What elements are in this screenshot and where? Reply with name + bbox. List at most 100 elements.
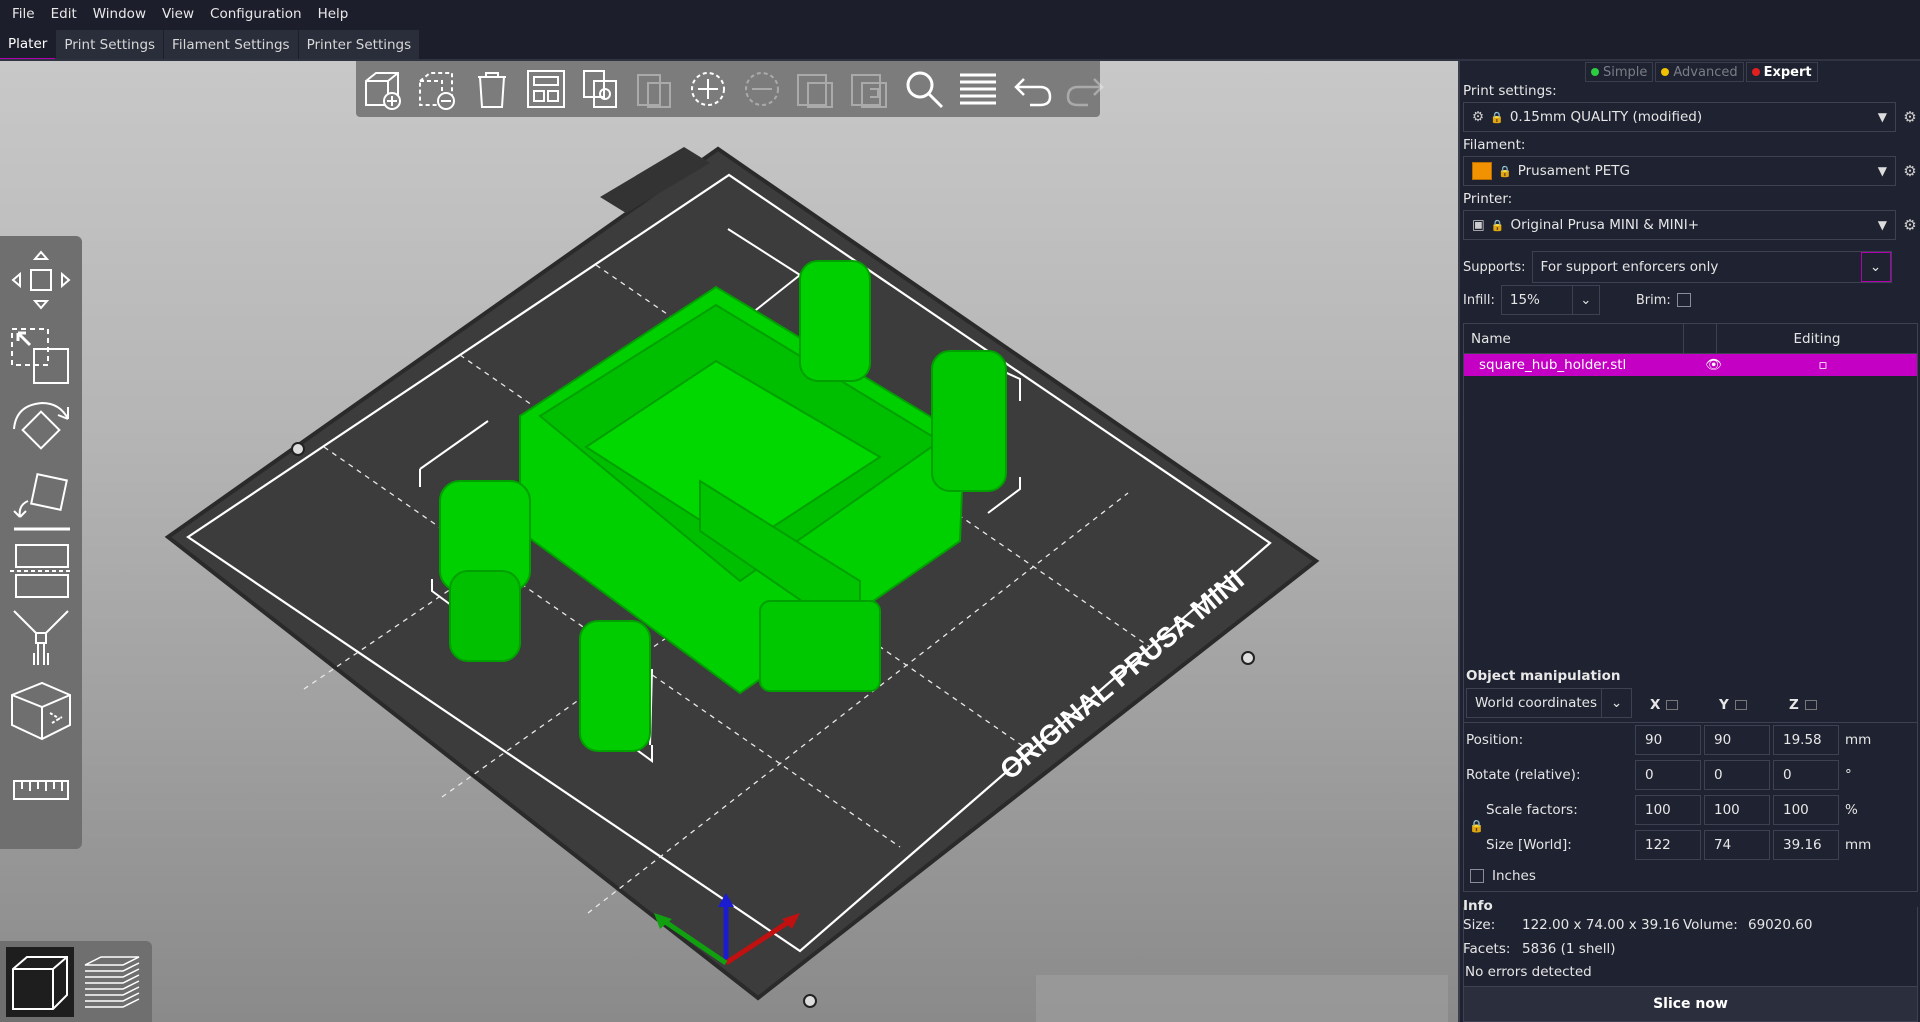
- scale-y-field[interactable]: 100: [1704, 795, 1770, 825]
- menu-view[interactable]: View: [154, 6, 202, 22]
- arrange-icon: [527, 70, 565, 108]
- add-object-button[interactable]: [362, 66, 406, 112]
- tab-bar: Plater Print Settings Filament Settings …: [0, 28, 1920, 60]
- scale-x-field[interactable]: 100: [1635, 795, 1701, 825]
- delete-button[interactable]: [416, 66, 460, 112]
- move-tool[interactable]: [6, 246, 76, 314]
- split-objects-button[interactable]: [794, 66, 838, 112]
- rotate-x-field[interactable]: 0: [1635, 760, 1701, 790]
- move-icon: [11, 250, 71, 310]
- support-painting-tool[interactable]: [6, 604, 76, 672]
- delete-all-button[interactable]: [470, 66, 514, 112]
- edit-icon[interactable]: ▫: [1729, 357, 1917, 373]
- layers-editing-button[interactable]: [956, 66, 1000, 112]
- printer-combo[interactable]: ▣ 🔒 Original Prusa MINI & MINI+ ▼: [1463, 210, 1896, 240]
- mode-expert[interactable]: Expert: [1745, 62, 1818, 82]
- size-x-field[interactable]: 122: [1635, 830, 1701, 860]
- search-button[interactable]: [902, 66, 946, 112]
- scale-tool[interactable]: [6, 322, 76, 390]
- mode-simple[interactable]: Simple: [1585, 62, 1654, 82]
- rotate-y-field[interactable]: 0: [1704, 760, 1770, 790]
- menu-edit[interactable]: Edit: [43, 6, 85, 22]
- 3d-viewport[interactable]: ORIGINAL PRUSA MINI: [0, 61, 1458, 1022]
- position-y-field[interactable]: 90: [1704, 725, 1770, 755]
- undo-button[interactable]: [1010, 66, 1054, 112]
- menu-window[interactable]: Window: [85, 6, 154, 22]
- info-facets-label: Facets:: [1463, 941, 1511, 957]
- print-settings-gear-icon[interactable]: ⚙: [1902, 108, 1918, 126]
- info-size-value: 122.00 x 74.00 x 39.16: [1522, 917, 1680, 933]
- arrange-button[interactable]: [524, 66, 568, 112]
- place-on-face-icon: [13, 473, 70, 531]
- bed-hole: [291, 442, 305, 456]
- print-settings-value: 0.15mm QUALITY (modified): [1509, 109, 1703, 125]
- add-instance-icon: [691, 72, 725, 106]
- filament-label: Filament:: [1463, 137, 1526, 153]
- coordinates-combo[interactable]: World coordinates ⌄: [1466, 688, 1632, 718]
- filament-combo[interactable]: 🔒 Prusament PETG ▼: [1463, 156, 1896, 186]
- info-size-label: Size:: [1463, 917, 1496, 933]
- paste-button[interactable]: [632, 66, 676, 112]
- supports-combo[interactable]: For support enforcers only ⌄: [1531, 251, 1892, 283]
- scene-canvas: ORIGINAL PRUSA MINI: [164, 146, 1320, 1008]
- rotate-z-field[interactable]: 0: [1773, 760, 1839, 790]
- slice-now-button[interactable]: Slice now: [1463, 986, 1918, 1022]
- mode-advanced[interactable]: Advanced: [1655, 62, 1744, 82]
- inches-checkbox[interactable]: [1470, 869, 1484, 883]
- lock-scale-icon[interactable]: 🔒: [1469, 819, 1484, 833]
- editing-column-header[interactable]: Editing: [1717, 331, 1917, 347]
- infill-dropdown-button[interactable]: ⌄: [1571, 285, 1600, 315]
- tab-filament-settings[interactable]: Filament Settings: [164, 30, 299, 60]
- filament-gear-icon[interactable]: ⚙: [1902, 162, 1918, 180]
- measure-tool[interactable]: [6, 756, 76, 824]
- add-cube-icon: [365, 72, 401, 110]
- 3d-view-button[interactable]: [6, 947, 74, 1017]
- bed-hole: [803, 994, 817, 1008]
- redo-button[interactable]: [1064, 66, 1108, 112]
- supports-label: Supports:: [1463, 259, 1526, 275]
- seam-painting-tool[interactable]: [6, 676, 76, 744]
- lock-icon: 🔒: [1490, 218, 1505, 232]
- filament-color-swatch: [1472, 162, 1492, 180]
- name-column-header[interactable]: Name: [1464, 324, 1684, 353]
- position-z-field[interactable]: 19.58: [1773, 725, 1839, 755]
- copy-button[interactable]: [578, 66, 622, 112]
- cut-tool[interactable]: [6, 536, 76, 604]
- tab-print-settings[interactable]: Print Settings: [56, 30, 165, 60]
- size-y-field[interactable]: 74: [1704, 830, 1770, 860]
- layers-stack-icon: [84, 956, 140, 1008]
- eye-icon[interactable]: 👁: [1699, 357, 1729, 373]
- inches-label: Inches: [1492, 868, 1536, 884]
- trash-icon: [478, 72, 506, 108]
- add-instance-button[interactable]: [686, 66, 730, 112]
- rotate-tool[interactable]: [6, 396, 76, 464]
- tab-plater[interactable]: Plater: [0, 30, 57, 60]
- tab-printer-settings[interactable]: Printer Settings: [298, 30, 421, 60]
- list-item[interactable]: square_hub_holder.stl 👁 ▫: [1464, 354, 1917, 376]
- brim-label: Brim:: [1635, 292, 1671, 308]
- brim-checkbox[interactable]: [1676, 293, 1691, 307]
- menu-help[interactable]: Help: [310, 6, 357, 22]
- rotate-unit: °: [1845, 767, 1852, 783]
- printer-gear-icon[interactable]: ⚙: [1902, 216, 1918, 234]
- supports-row: Supports: For support enforcers only ⌄: [1463, 251, 1892, 283]
- infill-combo[interactable]: 15%: [1500, 285, 1573, 315]
- split-parts-button[interactable]: [848, 66, 892, 112]
- inches-row: Inches: [1470, 868, 1536, 884]
- place-on-face-tool[interactable]: [6, 468, 76, 536]
- split-parts-icon: [851, 74, 887, 108]
- scale-z-field[interactable]: 100: [1773, 795, 1839, 825]
- view-switcher: [0, 941, 152, 1022]
- print-settings-combo[interactable]: ⚙ 🔒 0.15mm QUALITY (modified) ▼: [1463, 102, 1896, 132]
- mode-dot-icon: [1591, 68, 1599, 76]
- mode-simple-label: Simple: [1603, 64, 1648, 80]
- position-x-field[interactable]: 90: [1635, 725, 1701, 755]
- delete-cube-icon: [419, 72, 455, 110]
- menu-file[interactable]: File: [4, 6, 43, 22]
- info-volume-value: 69020.60: [1748, 917, 1813, 933]
- search-icon: [906, 71, 944, 109]
- preview-button[interactable]: [78, 947, 146, 1017]
- menu-configuration[interactable]: Configuration: [202, 6, 310, 22]
- size-z-field[interactable]: 39.16: [1773, 830, 1839, 860]
- remove-instance-button[interactable]: [740, 66, 784, 112]
